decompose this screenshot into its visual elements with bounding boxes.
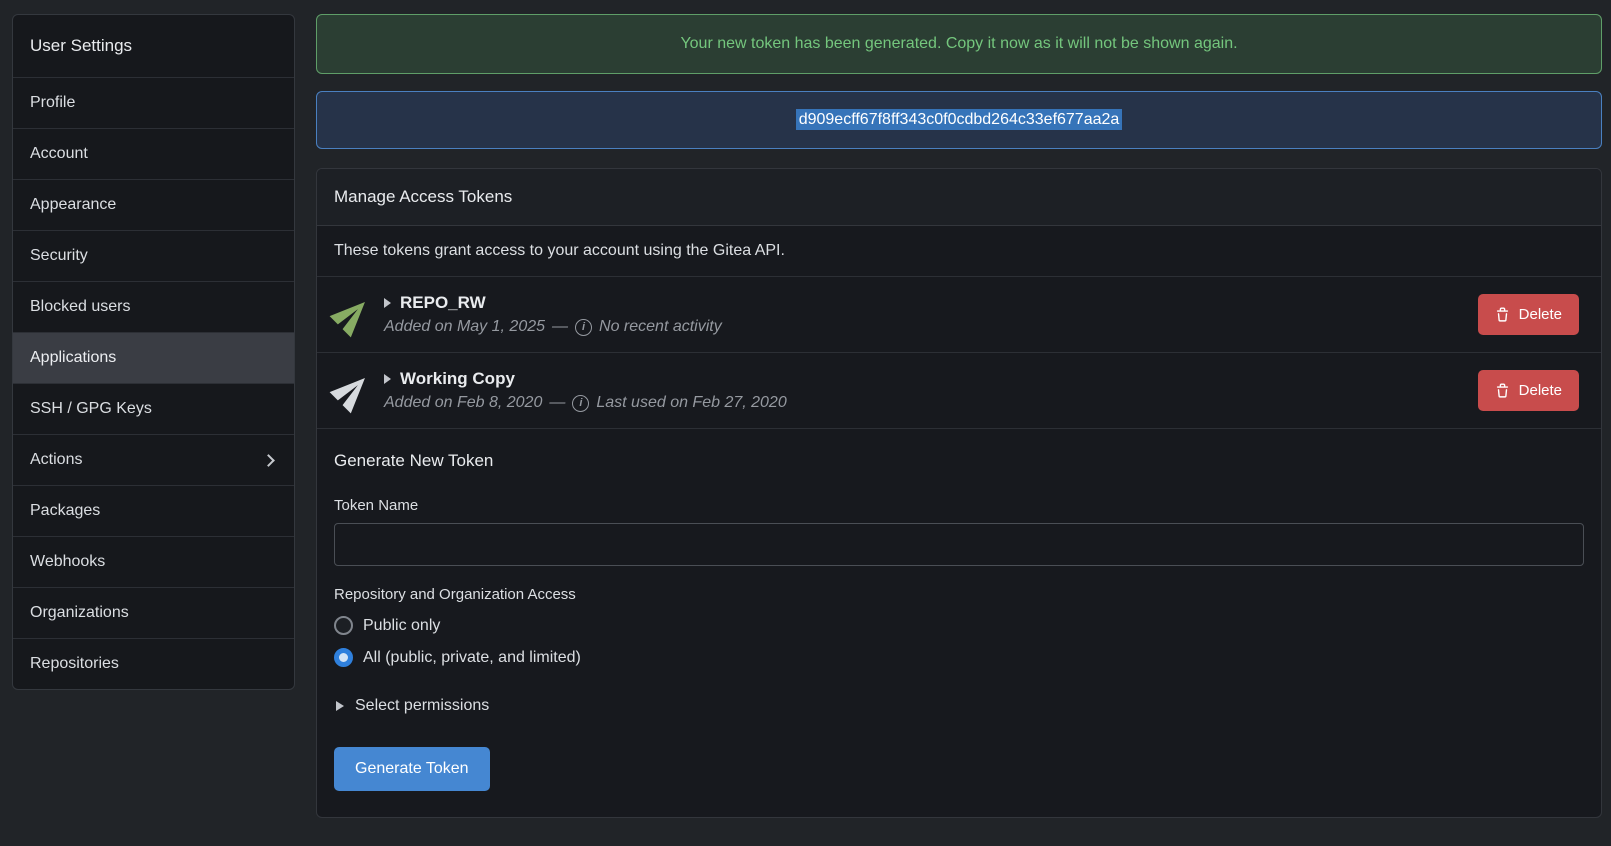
paper-plane-icon [332, 371, 372, 411]
trash-icon [1495, 383, 1510, 399]
token-name[interactable]: Working Copy [400, 369, 515, 389]
sidebar-item-organizations[interactable]: Organizations [13, 587, 294, 638]
radio-all-access[interactable]: All (public, private, and limited) [334, 648, 1584, 667]
sidebar-item-appearance[interactable]: Appearance [13, 179, 294, 230]
panel-title: Manage Access Tokens [317, 169, 1601, 226]
generate-token-button[interactable]: Generate Token [334, 747, 490, 791]
sidebar-item-repositories[interactable]: Repositories [13, 638, 294, 689]
settings-menu: User Settings Profile Account Appearance… [12, 14, 295, 690]
success-flash-message: Your new token has been generated. Copy … [316, 14, 1602, 74]
sidebar-item-ssh-gpg-keys[interactable]: SSH / GPG Keys [13, 383, 294, 434]
access-scope-label: Repository and Organization Access [334, 586, 1584, 603]
info-circle-icon: i [572, 395, 589, 412]
radio-checked-icon[interactable] [334, 648, 353, 667]
sidebar-item-profile[interactable]: Profile [13, 77, 294, 128]
token-info: REPO_RW Added on May 1, 2025 — i No rece… [384, 293, 1478, 336]
triangle-right-icon[interactable] [384, 298, 391, 308]
new-token-box[interactable]: d909ecff67f8ff343c0f0cdbd264c33ef677aa2a [316, 91, 1602, 149]
sidebar-item-actions[interactable]: Actions [13, 434, 294, 485]
sidebar-item-security[interactable]: Security [13, 230, 294, 281]
delete-token-button[interactable]: Delete [1478, 294, 1579, 335]
sidebar-item-applications[interactable]: Applications [13, 332, 294, 383]
sidebar-item-account[interactable]: Account [13, 128, 294, 179]
triangle-right-icon[interactable] [384, 374, 391, 384]
token-meta: Added on May 1, 2025 — i No recent activ… [384, 318, 1478, 336]
chevron-right-icon [262, 454, 275, 467]
settings-page: User Settings Profile Account Appearance… [0, 0, 1611, 835]
paper-plane-icon [332, 295, 372, 335]
trash-icon [1495, 307, 1510, 323]
settings-sidebar: User Settings Profile Account Appearance… [12, 14, 295, 835]
token-activity: No recent activity [599, 318, 722, 336]
token-meta: Added on Feb 8, 2020 — i Last used on Fe… [384, 394, 1478, 412]
token-row: Working Copy Added on Feb 8, 2020 — i La… [317, 353, 1601, 429]
radio-unchecked-icon[interactable] [334, 616, 353, 635]
token-row: REPO_RW Added on May 1, 2025 — i No rece… [317, 277, 1601, 353]
main-content: Your new token has been generated. Copy … [316, 14, 1602, 835]
token-name-input[interactable] [334, 523, 1584, 566]
select-permissions-toggle[interactable]: Select permissions [336, 697, 1584, 715]
sidebar-title: User Settings [13, 15, 294, 77]
token-activity: Last used on Feb 27, 2020 [596, 394, 786, 412]
radio-public-only[interactable]: Public only [334, 616, 1584, 635]
form-heading: Generate New Token [334, 451, 1584, 471]
panel-description: These tokens grant access to your accoun… [317, 226, 1601, 277]
token-info: Working Copy Added on Feb 8, 2020 — i La… [384, 369, 1478, 412]
sidebar-item-blocked-users[interactable]: Blocked users [13, 281, 294, 332]
token-name[interactable]: REPO_RW [400, 293, 486, 313]
delete-token-button[interactable]: Delete [1478, 370, 1579, 411]
manage-access-tokens-panel: Manage Access Tokens These tokens grant … [316, 168, 1602, 818]
new-token-value[interactable]: d909ecff67f8ff343c0f0cdbd264c33ef677aa2a [796, 109, 1123, 130]
sidebar-item-webhooks[interactable]: Webhooks [13, 536, 294, 587]
info-circle-icon: i [575, 319, 592, 336]
generate-token-form: Generate New Token Token Name Repository… [317, 429, 1601, 817]
sidebar-item-packages[interactable]: Packages [13, 485, 294, 536]
triangle-right-icon [336, 701, 344, 711]
token-name-label: Token Name [334, 497, 1584, 514]
